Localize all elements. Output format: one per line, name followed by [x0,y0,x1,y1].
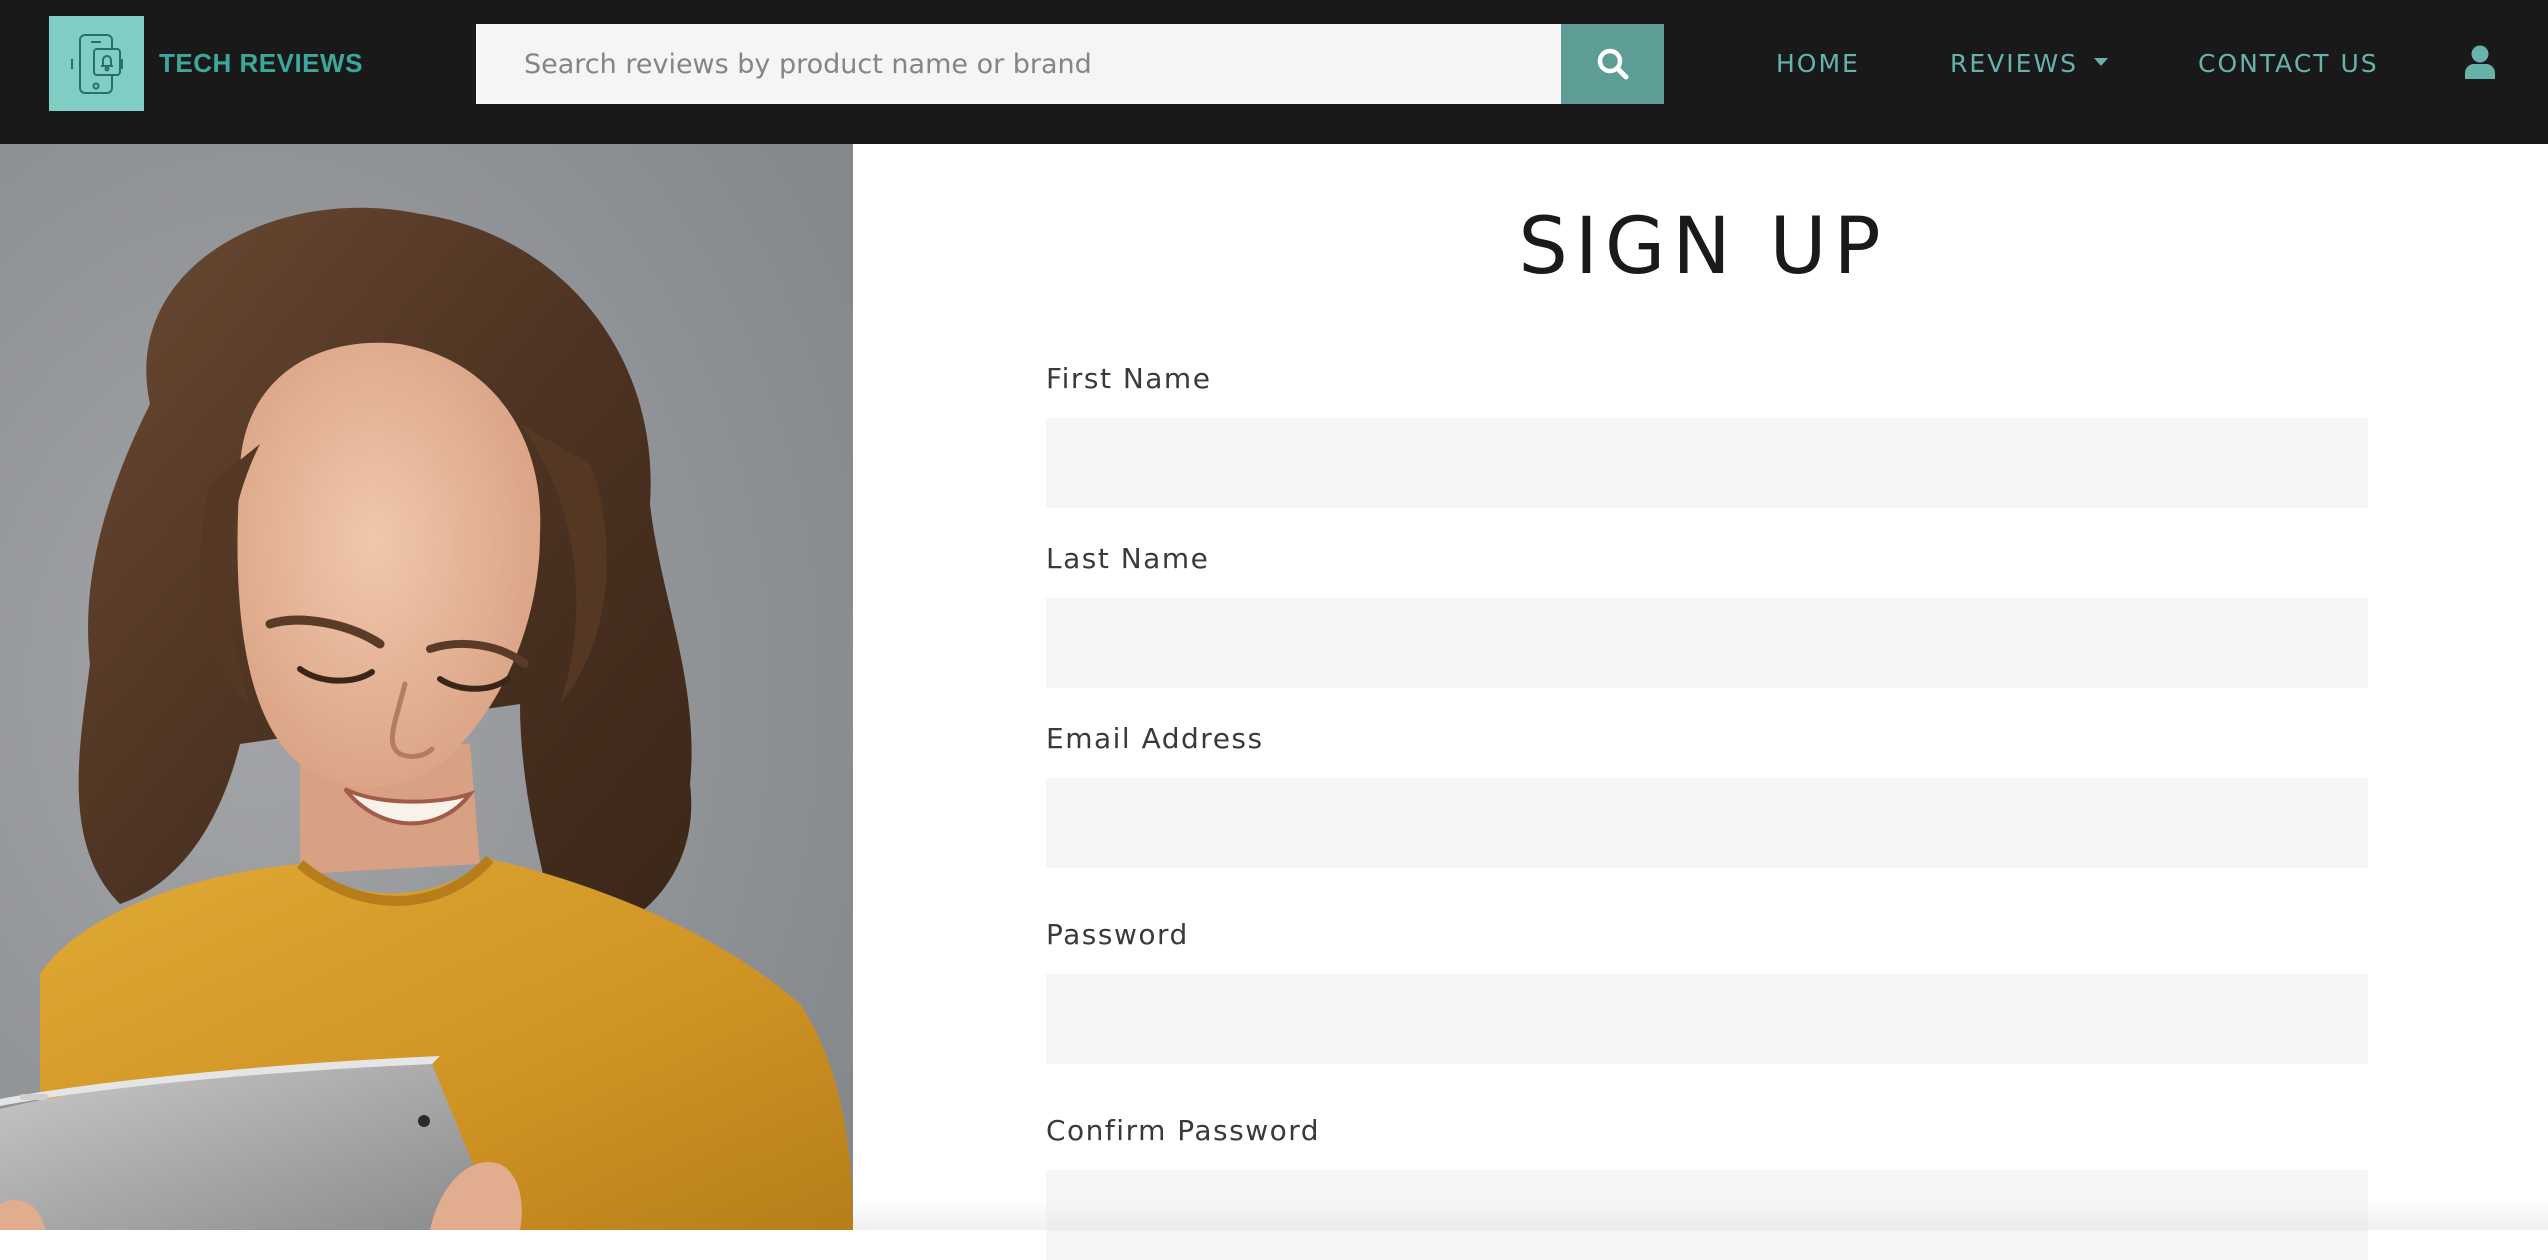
search-button[interactable] [1561,24,1664,104]
confirm-password-label: Confirm Password [1046,1114,1321,1147]
last-name-label: Last Name [1046,542,1210,575]
search-input[interactable] [476,24,1561,104]
first-name-label: First Name [1046,362,1212,395]
user-account-button[interactable] [2460,40,2500,84]
last-name-field[interactable] [1046,598,2368,688]
hero-image [0,144,853,1230]
navbar: TECH REVIEWS HOME REVIEWS CONTACT US [0,0,2548,144]
brand-link[interactable]: TECH REVIEWS [49,16,363,111]
brand-logo [49,16,144,111]
email-address-label: Email Address [1046,722,1264,755]
brand-name: TECH REVIEWS [159,48,363,78]
password-field[interactable] [1046,974,2368,1064]
nav-contact-link[interactable]: CONTACT US [2198,44,2379,84]
email-address-field[interactable] [1046,778,2368,868]
nav-home-link[interactable]: HOME [1776,44,1860,84]
caret-down-icon [2094,58,2109,66]
search-icon [1597,48,1628,80]
first-name-field[interactable] [1046,418,2368,508]
user-icon [2465,45,2495,79]
woman-with-tablet-photo [0,144,853,1230]
signup-form: SIGN UP First Name Last Name Email Addre… [853,144,2548,1260]
page-title: SIGN UP [1518,202,1888,292]
phone-bell-icon [70,33,123,94]
password-label: Password [1046,918,1189,951]
nav-reviews-dropdown[interactable]: REVIEWS [1950,44,2109,84]
confirm-password-field[interactable] [1046,1170,2368,1260]
nav-reviews-label: REVIEWS [1950,49,2079,78]
